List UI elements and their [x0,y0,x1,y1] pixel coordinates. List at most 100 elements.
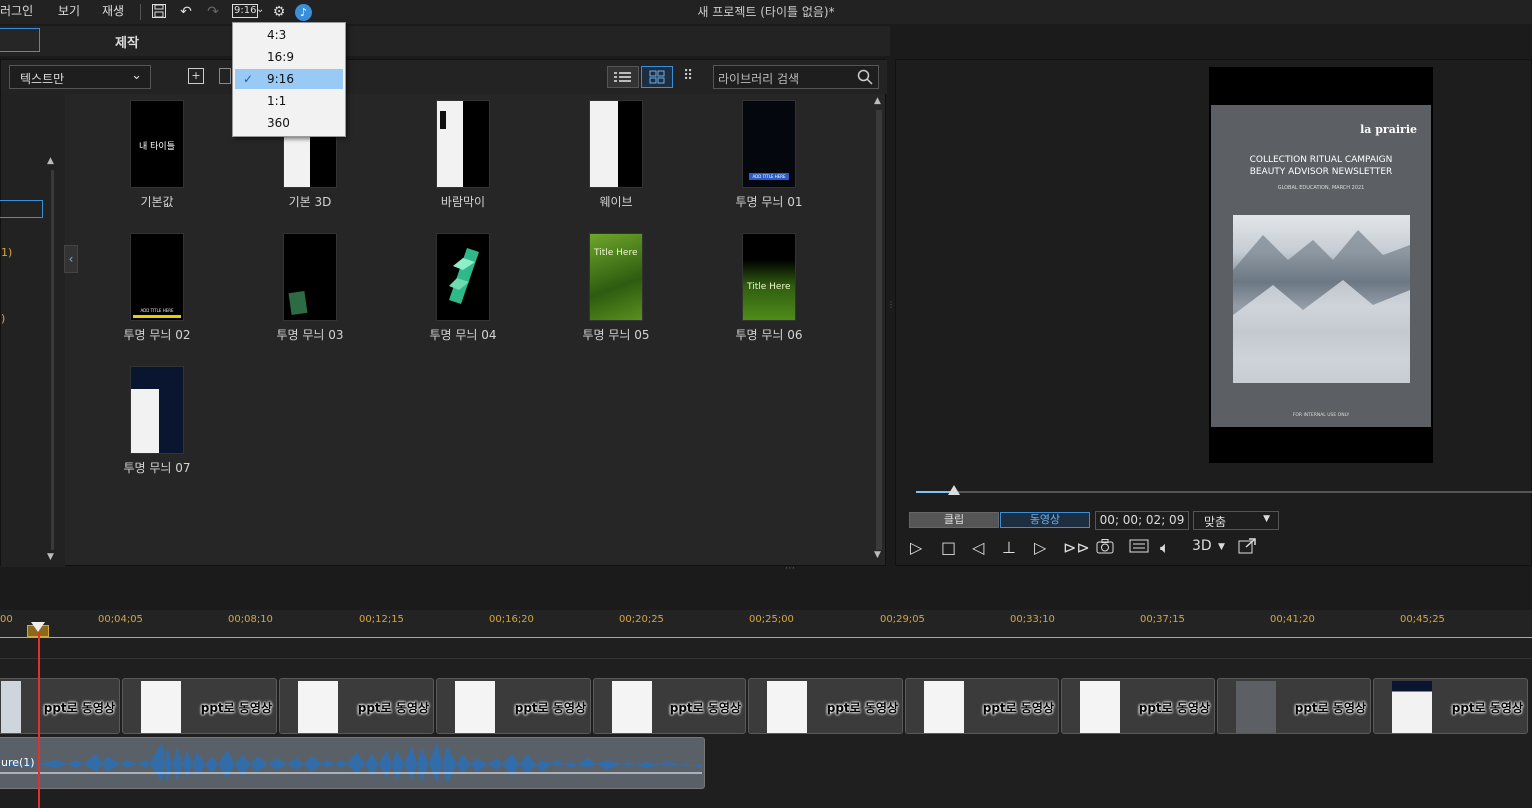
sidebar-scroll-down-icon[interactable]: ▼ [47,552,54,562]
snapshot-icon[interactable] [1096,538,1114,558]
zoom-select[interactable]: 맞춤 ▼ [1193,511,1279,530]
filter-select[interactable]: 텍스트만 ⌄ [9,65,151,89]
list-view-button[interactable] [607,66,639,88]
preview-scrubber[interactable] [916,491,1532,493]
sidebar-item-selected[interactable] [0,200,43,218]
play-icon[interactable]: ▷ [910,538,922,557]
aspect-option-9-16[interactable]: ✓ 9:16 [235,69,343,89]
timeline-ruler[interactable]: 00 00;04;05 00;08;10 00;12;15 00;16;20 0… [0,610,1532,638]
clip-thumbnail [1392,681,1432,733]
split-icon[interactable]: ⊥ [1002,538,1016,557]
timeline-clip[interactable]: ppt로 동영상 [1217,678,1371,734]
filter-select-value: 텍스트만 [20,72,65,86]
library-item-label: 투명 무늬 07 [123,461,191,475]
timeline-clip[interactable]: ppt로 동영상 [0,678,120,734]
clip-thumbnail [455,681,495,733]
timeline-clip[interactable]: ppt로 동영상 [748,678,903,734]
previous-frame-icon[interactable]: ◁ [972,538,984,557]
clip-thumbnail [1080,681,1120,733]
library-item-thumbnail: Title Here [742,233,796,321]
playhead-handle[interactable] [31,622,45,632]
library-item-thumbnail [436,100,490,188]
timeline-clip[interactable]: ppt로 동영상 [1061,678,1215,734]
clip-thumbnail [612,681,652,733]
aspect-option-1-1[interactable]: 1:1 [235,91,343,111]
clip-thumbnail [767,681,807,733]
next-frame-icon[interactable]: ▷ [1034,538,1046,557]
sidebar-item-count[interactable]: ) [1,312,5,325]
thumbnail-text: ADD TITLE HERE [140,308,174,313]
thumbnail-text: ADD TITLE HERE [749,173,789,180]
playhead-line[interactable] [38,632,40,808]
timeline-clip[interactable]: ppt로 동영상 [279,678,434,734]
search-icon[interactable] [856,68,874,90]
timeline-clip[interactable]: ppt로 동영상 [122,678,277,734]
track-divider [0,658,1532,659]
library-search[interactable]: 라이브러리 검색 [713,65,879,89]
aspect-option-label: 4:3 [267,28,287,42]
thumbnail-text: Title Here [594,248,638,258]
brand-logo: la prairie [1360,123,1417,136]
library-item-label: 바람막이 [440,195,486,209]
timeline-clip[interactable]: ppt로 동영상 [1373,678,1528,734]
preview-panel: la prairie COLLECTION RITUAL CAMPAIGN BE… [895,59,1532,566]
timeline-clip[interactable]: ppt로 동영상 [436,678,591,734]
clip-tab[interactable]: 클립 [909,512,999,528]
duplicate-icon[interactable] [219,68,231,84]
timeline-clip[interactable]: ppt로 동영상 [905,678,1059,734]
timeline-clip[interactable]: ppt로 동영상 [593,678,746,734]
ruler-tick-label: 00;45;25 [1400,614,1445,625]
vertical-splitter[interactable]: ⋮ [887,300,895,309]
add-title-icon[interactable]: + [188,68,204,84]
document-headline: BEAUTY ADVISOR NEWSLETTER [1249,167,1393,177]
preview-document: la prairie COLLECTION RITUAL CAMPAIGN BE… [1211,105,1431,427]
fast-forward-icon[interactable]: ⊳⊳ [1063,538,1090,557]
video-tab[interactable]: 동영상 [1000,512,1090,528]
clip-label: ppt로 동영상 [200,701,272,715]
thumbnail-page [590,101,618,187]
zoom-select-value: 맞춤 [1204,515,1227,529]
ruler-tick-label: 00;33;10 [1010,614,1055,625]
library-scroll-down-icon[interactable]: ▼ [874,550,881,560]
library-scrollbar[interactable] [876,110,882,550]
scrubber-handle[interactable] [948,485,960,495]
preview-canvas: la prairie COLLECTION RITUAL CAMPAIGN BE… [1209,67,1433,463]
clip-thumbnail [1236,681,1276,733]
collapse-sidebar-icon[interactable]: ‹ [64,245,78,273]
undock-icon[interactable] [1238,538,1256,558]
clip-label: ppt로 동영상 [982,701,1054,715]
tab-produce[interactable]: 제작 [115,32,139,51]
sidebar-scrollbar[interactable] [51,170,54,550]
audio-clip[interactable]: ure(1) [0,737,705,789]
timecode-display[interactable]: 00; 00; 02; 09 [1095,511,1189,530]
tab-edit[interactable] [0,28,40,52]
stop-icon[interactable]: □ [941,538,956,557]
library-item-label: 투명 무늬 02 [123,328,191,342]
volume-icon[interactable]: 🔈︎ [1160,538,1170,558]
grid-view-button[interactable] [641,66,673,88]
sidebar-item-count[interactable]: 1) [1,246,12,259]
library-toolbar: 텍스트만 ⌄ + ⠿ 라이브러리 검색 [1,60,887,94]
window-title: 새 프로젝트 (타이틀 없음)* [697,5,835,19]
aspect-option-16-9[interactable]: 16:9 [235,47,343,67]
library-search-input[interactable]: 라이브러리 검색 [718,70,799,87]
3d-mode-button[interactable]: 3D [1192,538,1212,554]
subtitle-icon[interactable] [1129,538,1149,558]
library-scroll-up-icon[interactable]: ▲ [874,96,881,106]
aspect-option-label: 9:16 [267,72,294,86]
library-item-label: 투명 무늬 04 [429,328,497,342]
aspect-option-360[interactable]: 360 [235,113,343,133]
thumbnail-mark [288,290,308,316]
library-item-label: 기본 3D [288,195,332,209]
checkmark-icon: ✓ [243,72,254,86]
thumbnail-size-icon[interactable]: ⠿ [683,68,693,84]
aspect-ratio-menu: 4:3 16:9 ✓ 9:16 1:1 360 [232,22,346,137]
clip-label: ppt로 동영상 [826,701,898,715]
clip-label: ppt로 동영상 [357,701,429,715]
library-sidebar: ▲ 1) ) ▼ [0,94,65,567]
aspect-option-4-3[interactable]: 4:3 [235,25,343,45]
horizontal-splitter[interactable]: ⋯ [785,563,795,574]
ruler-tick-label: 00;29;05 [880,614,925,625]
sidebar-scroll-up-icon[interactable]: ▲ [47,156,54,166]
chevron-down-icon[interactable]: ▼ [1218,542,1225,552]
